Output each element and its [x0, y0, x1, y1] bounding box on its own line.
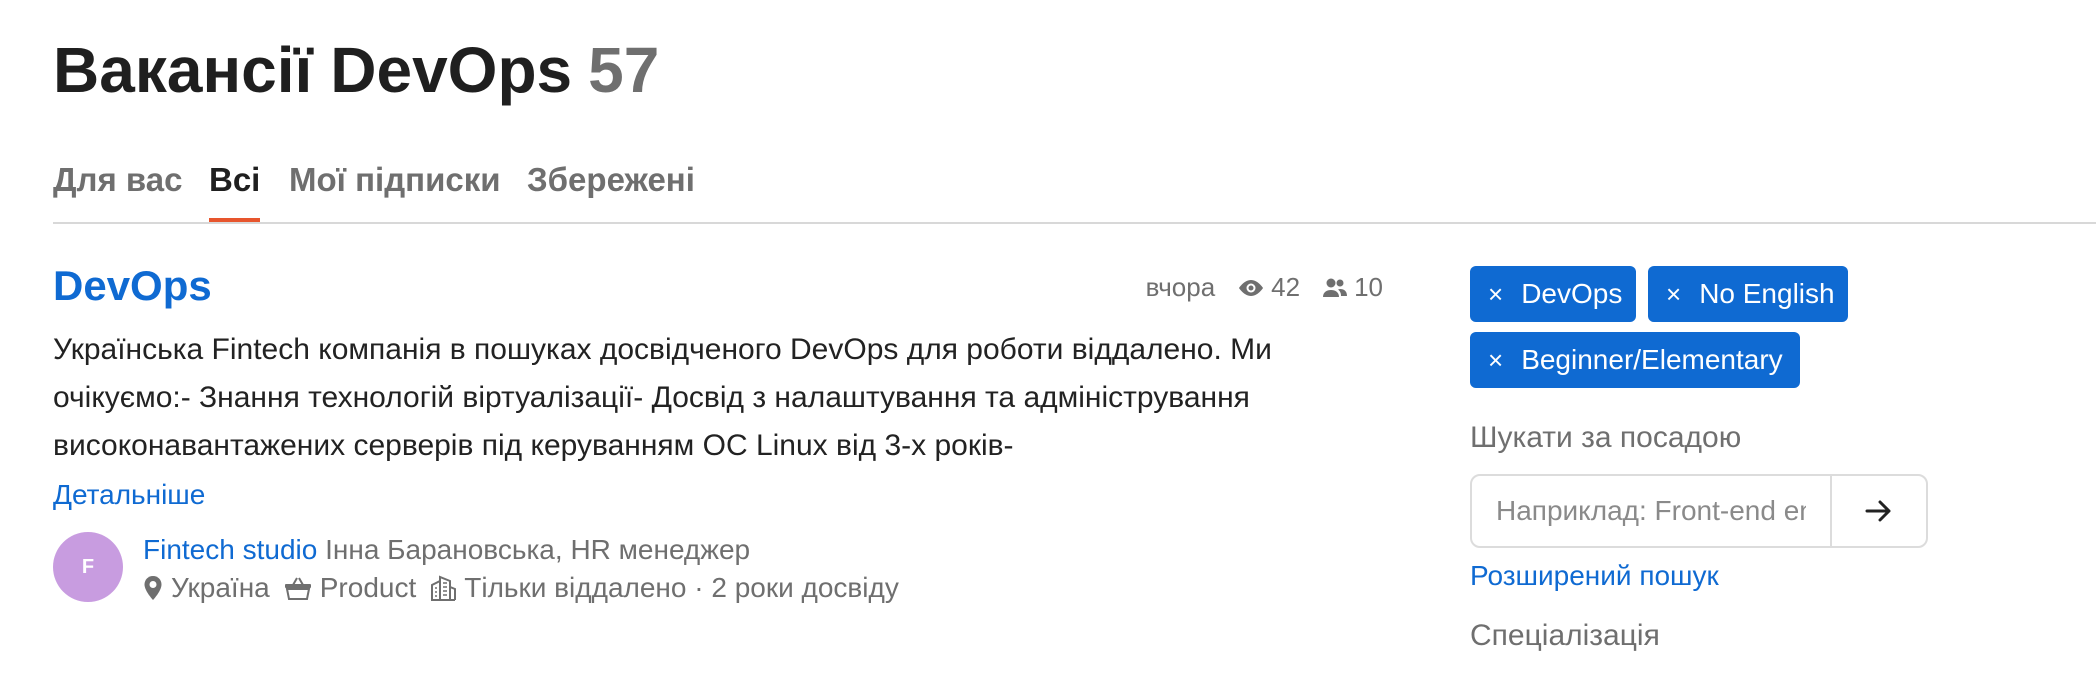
filter-tag-devops[interactable]: × DevOps — [1470, 266, 1636, 322]
tab-all[interactable]: Всі — [209, 160, 261, 222]
recruiter-info: Інна Барановська, HR менеджер — [325, 534, 751, 565]
company-type-text: Product — [319, 572, 417, 603]
work-mode-text: Тільки віддалено · 2 роки досвіду — [464, 572, 899, 603]
filter-tag-no-english[interactable]: × No English — [1648, 266, 1848, 322]
building-icon — [431, 575, 457, 601]
tab-for-you[interactable]: Для вас — [53, 160, 182, 200]
search-submit-button[interactable] — [1830, 474, 1928, 548]
applicants-counter: 10 — [1322, 272, 1383, 303]
vacancy-count: 57 — [588, 34, 660, 106]
arrow-right-icon — [1865, 500, 1891, 522]
advanced-search-link[interactable]: Розширений пошук — [1470, 556, 1719, 596]
filter-tag-label: DevOps — [1521, 278, 1623, 309]
close-icon[interactable]: × — [1666, 279, 1681, 309]
vacancy-meta: вчора 42 10 — [1146, 272, 1383, 303]
eye-icon — [1239, 279, 1264, 296]
company-line: Fintech studio Інна Барановська, HR мене… — [143, 532, 750, 568]
vacancy-details: Україна Product Тільки віддалено · 2 рок… — [143, 570, 913, 606]
position-search-input[interactable] — [1470, 474, 1832, 548]
basket-icon — [284, 577, 311, 600]
views-count: 42 — [1271, 272, 1301, 302]
tab-my-subscriptions[interactable]: Мої підписки — [289, 160, 501, 200]
vacancy-description: Українська Fintech компанія в пошуках до… — [53, 333, 1272, 462]
location-pin-icon — [144, 576, 162, 600]
tab-saved[interactable]: Збережені — [527, 160, 695, 200]
applicants-count: 10 — [1354, 272, 1383, 302]
tabs-bar: Для вас Всі Мої підписки Збережені — [53, 150, 2096, 224]
company-link[interactable]: Fintech studio — [143, 534, 317, 565]
search-by-position-label: Шукати за посадою — [1470, 421, 1742, 454]
filter-tag-label: Beginner/Elementary — [1521, 344, 1783, 375]
close-icon[interactable]: × — [1488, 345, 1503, 375]
vacancy-title-link[interactable]: DevOps — [53, 260, 212, 312]
details-link[interactable]: Детальніше — [53, 475, 205, 515]
filter-tag-beginner[interactable]: × Beginner/Elementary — [1470, 332, 1800, 388]
page-title: Вакансії DevOps 57 — [53, 30, 659, 110]
views-counter: 42 — [1237, 272, 1300, 303]
location-text: Україна — [171, 572, 270, 603]
page-title-text: Вакансії DevOps — [53, 34, 573, 106]
specialization-label: Спеціалізація — [1470, 619, 1660, 652]
company-avatar: F — [53, 532, 123, 602]
users-icon — [1323, 278, 1348, 297]
vacancy-date: вчора — [1145, 272, 1216, 302]
close-icon[interactable]: × — [1488, 279, 1503, 309]
filter-tag-label: No English — [1699, 278, 1835, 309]
